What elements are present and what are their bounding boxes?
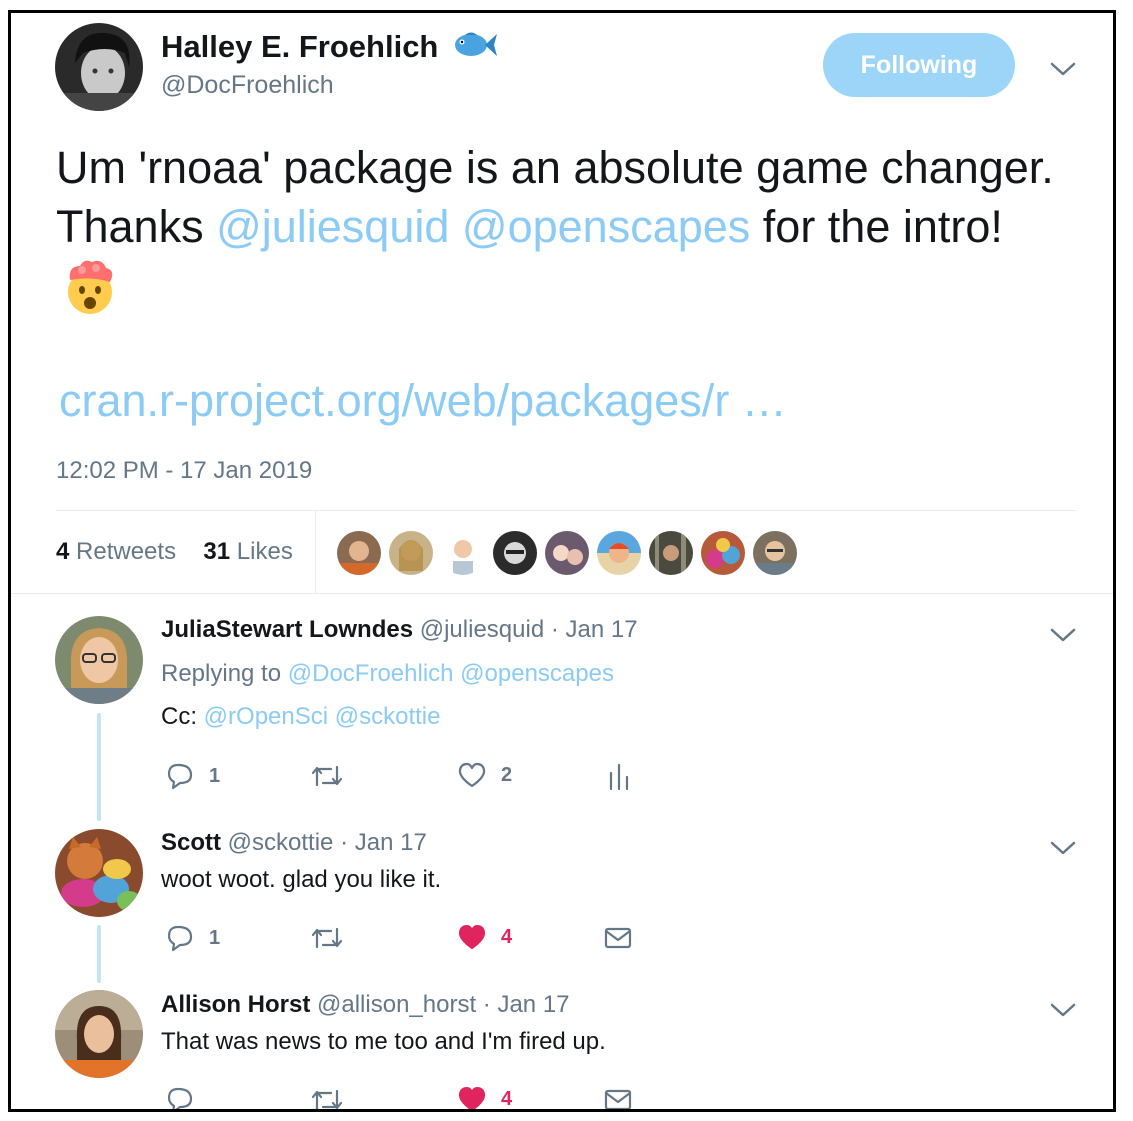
reply-count: 1 bbox=[209, 926, 221, 949]
reply-icon bbox=[167, 763, 193, 790]
reply-author-name[interactable]: Allison Horst bbox=[161, 991, 310, 1018]
tweet-stats: 4 Retweets 31 Likes bbox=[56, 538, 293, 566]
cc-label: Cc: bbox=[161, 703, 204, 730]
retweets-count: 4 bbox=[56, 538, 70, 565]
tweet-text-part2: for the intro! bbox=[750, 201, 1003, 252]
retweet-action[interactable] bbox=[309, 761, 345, 791]
like-action[interactable]: 4 bbox=[457, 1085, 513, 1110]
like-count: 4 bbox=[501, 925, 513, 948]
reply-text: That was news to me too and I'm fired up… bbox=[161, 1028, 606, 1055]
reply-header: Allison Horst @allison_horst · Jan 17 bbox=[161, 991, 570, 1019]
envelope-icon bbox=[604, 1089, 632, 1109]
heart-icon bbox=[458, 762, 486, 788]
liker-avatar[interactable] bbox=[389, 531, 433, 575]
author-handle[interactable]: @DocFroehlich bbox=[161, 71, 334, 100]
like-action[interactable]: 4 bbox=[457, 923, 512, 951]
author-name[interactable]: Halley E. Froehlich bbox=[161, 29, 438, 64]
liker-avatar[interactable] bbox=[493, 531, 537, 575]
retweets-stat[interactable]: 4 Retweets bbox=[56, 538, 176, 565]
mention-openscapes[interactable]: @openscapes bbox=[460, 660, 614, 687]
following-button[interactable]: Following bbox=[823, 33, 1015, 97]
like-action[interactable]: 2 bbox=[457, 761, 512, 789]
reply-header: JuliaStewart Lowndes @juliesquid · Jan 1… bbox=[161, 616, 638, 644]
reply-avatar-sckottie[interactable] bbox=[55, 829, 143, 917]
likers-list bbox=[337, 531, 797, 575]
like-count: 4 bbox=[501, 1087, 513, 1110]
reply-count: 1 bbox=[209, 764, 221, 787]
retweet-action[interactable] bbox=[309, 1085, 345, 1109]
reply-author-handle[interactable]: @juliesquid bbox=[420, 616, 544, 643]
reply-date[interactable]: · Jan 17 bbox=[483, 991, 570, 1018]
likes-count: 31 bbox=[203, 538, 231, 565]
reply-date[interactable]: · Jan 17 bbox=[340, 829, 427, 856]
analytics-action[interactable] bbox=[607, 761, 631, 791]
liker-avatar[interactable] bbox=[753, 531, 797, 575]
divider bbox=[56, 510, 1076, 511]
mention-docfroehlich[interactable]: @DocFroehlich bbox=[288, 660, 454, 687]
reply-action[interactable]: 1 bbox=[165, 761, 220, 791]
retweet-icon bbox=[311, 1089, 343, 1109]
chevron-down-icon[interactable] bbox=[1049, 625, 1077, 645]
reply-header: Scott @sckottie · Jan 17 bbox=[161, 829, 427, 857]
thread-line bbox=[97, 713, 101, 821]
reply-author-handle[interactable]: @sckottie bbox=[228, 829, 334, 856]
direct-message-action[interactable] bbox=[603, 925, 633, 951]
mention-openscapes[interactable]: @openscapes bbox=[462, 201, 750, 252]
liker-avatar[interactable] bbox=[545, 531, 589, 575]
replying-to-label: Replying to bbox=[161, 660, 288, 687]
tweet-text: Um 'rnoaa' package is an absolute game c… bbox=[56, 138, 1056, 330]
liker-avatar[interactable] bbox=[597, 531, 641, 575]
exploding-head-emoji-icon bbox=[60, 256, 120, 330]
reply-text: Cc: @rOpenSci @sckottie bbox=[161, 703, 440, 731]
author-avatar[interactable] bbox=[55, 23, 143, 111]
tweet-card: Halley E. Froehlich @DocFroehlich Follow… bbox=[8, 10, 1116, 1112]
reply-action[interactable] bbox=[165, 1085, 195, 1109]
thread-line bbox=[97, 925, 101, 983]
reply-author-handle[interactable]: @allison_horst bbox=[317, 991, 476, 1018]
reply-date[interactable]: · Jan 17 bbox=[551, 616, 638, 643]
retweet-icon bbox=[311, 927, 343, 949]
tweet-link[interactable]: cran.r-project.org/web/packages/r … bbox=[59, 375, 787, 427]
retweet-icon bbox=[311, 765, 343, 787]
mention-ropensci[interactable]: @rOpenSci bbox=[204, 703, 328, 730]
liker-avatar[interactable] bbox=[649, 531, 693, 575]
liker-avatar[interactable] bbox=[441, 531, 485, 575]
liker-avatar[interactable] bbox=[337, 531, 381, 575]
like-count: 2 bbox=[501, 763, 513, 786]
reply-avatar-allison-horst[interactable] bbox=[55, 990, 143, 1078]
replying-to: Replying to @DocFroehlich @openscapes bbox=[161, 660, 614, 688]
mention-sckottie[interactable]: @sckottie bbox=[335, 703, 441, 730]
chevron-down-icon[interactable] bbox=[1049, 59, 1077, 79]
reply-action[interactable]: 1 bbox=[165, 923, 220, 953]
tweet-timestamp[interactable]: 12:02 PM - 17 Jan 2019 bbox=[56, 457, 312, 485]
replies-divider bbox=[11, 593, 1113, 594]
stats-divider bbox=[315, 510, 316, 593]
heart-filled-icon bbox=[458, 925, 486, 949]
chevron-down-icon[interactable] bbox=[1049, 838, 1077, 858]
fish-emoji-icon bbox=[453, 30, 497, 68]
retweet-action[interactable] bbox=[309, 923, 345, 953]
reply-author-name[interactable]: JuliaStewart Lowndes bbox=[161, 616, 413, 643]
likes-stat[interactable]: 31 Likes bbox=[203, 538, 292, 565]
liker-avatar[interactable] bbox=[701, 531, 745, 575]
direct-message-action[interactable] bbox=[603, 1087, 633, 1109]
mention-juliesquid[interactable]: @juliesquid bbox=[216, 201, 449, 252]
chevron-down-icon[interactable] bbox=[1049, 1000, 1077, 1020]
reply-text: woot woot. glad you like it. bbox=[161, 866, 442, 893]
envelope-icon bbox=[604, 927, 632, 949]
retweets-label: Retweets bbox=[76, 538, 177, 565]
heart-filled-icon bbox=[458, 1087, 486, 1109]
reply-avatar-juliesquid[interactable] bbox=[55, 616, 143, 704]
analytics-icon bbox=[609, 763, 629, 791]
reply-icon bbox=[167, 925, 193, 952]
reply-author-name[interactable]: Scott bbox=[161, 829, 221, 856]
reply-icon bbox=[167, 1087, 193, 1109]
likes-label: Likes bbox=[236, 538, 293, 565]
